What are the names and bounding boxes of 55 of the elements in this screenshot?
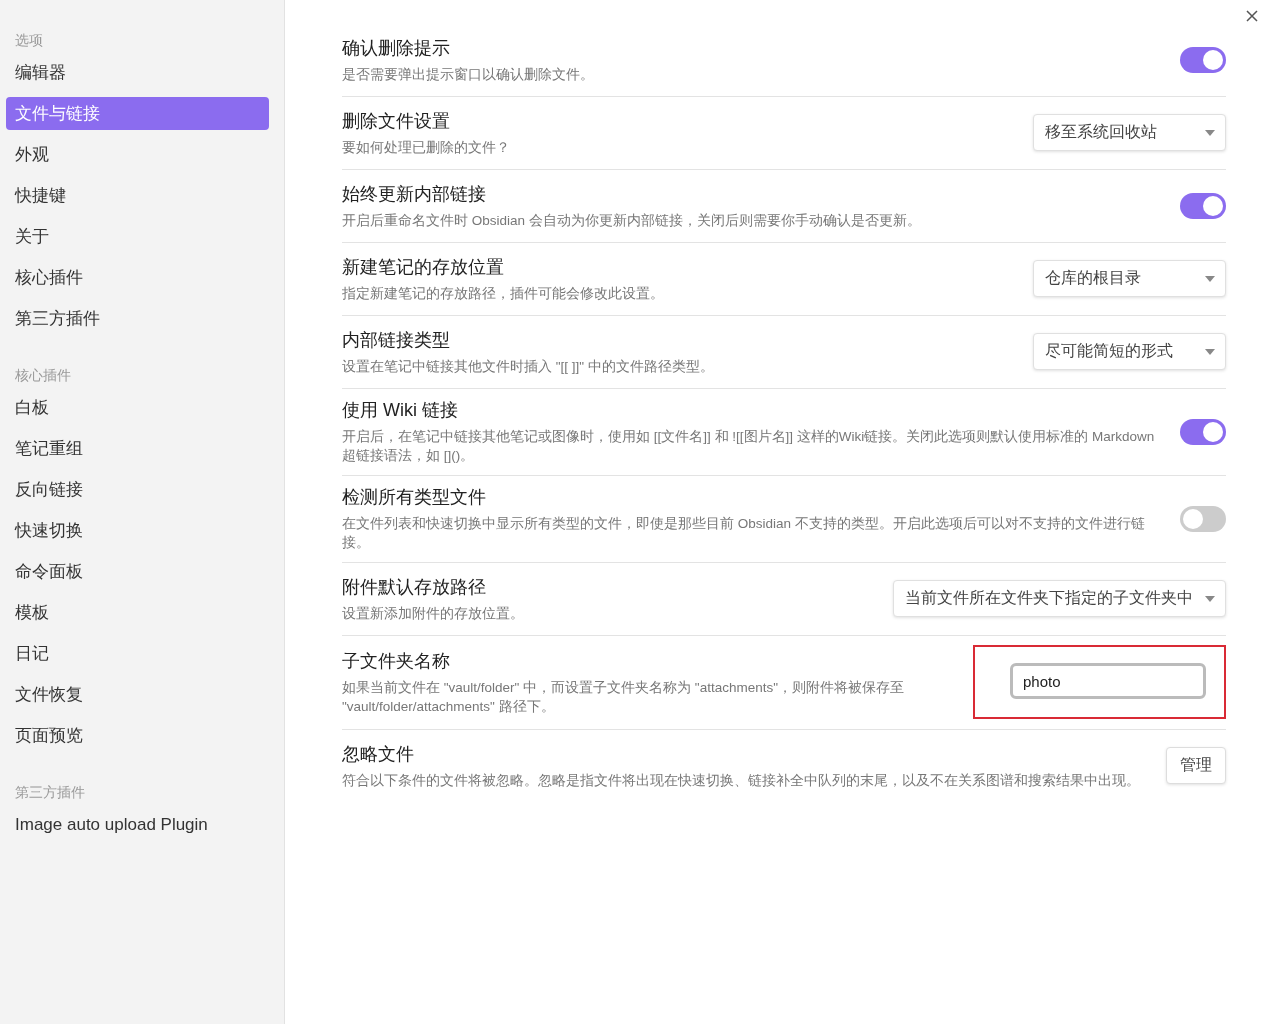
close-icon[interactable] (1244, 8, 1260, 24)
manage-button[interactable]: 管理 (1166, 747, 1226, 784)
setting-title: 忽略文件 (342, 742, 415, 766)
dropdown[interactable]: 当前文件所在文件夹下指定的子文件夹中 (893, 580, 1226, 617)
sidebar-heading: 选项 (14, 31, 44, 50)
setting-description: 设置在笔记中链接其他文件时插入 "[[ ]]" 中的文件路径类型。 (342, 357, 715, 376)
setting-title: 使用 Wiki 链接 (342, 399, 459, 422)
setting-description: 在文件列表和快速切换中显示所有类型的文件，即使是那些目前 Obsidian 不支持的类型。开启此选项后可以对不支持的文件进行链接。 (342, 515, 1146, 552)
sidebar-item[interactable]: 日记 (6, 637, 269, 670)
caret-icon (1205, 275, 1215, 282)
setting-title: 附件默认存放路径 (342, 575, 487, 599)
setting-description: 开启后，在笔记中链接其他笔记或图像时，使用如 [[文件名]] 和 ![[图片名]] 这样的Wiki链接。关闭此选项则默认使用标准的 Markdown 超链接语法，如 []()。 (342, 428, 1156, 465)
sidebar-item[interactable]: 快速切换 (6, 514, 269, 547)
setting-description: 指定新建笔记的存放路径，插件可能会修改此设置。 (342, 284, 665, 303)
toggle-switch[interactable] (1180, 418, 1226, 445)
toggle-switch[interactable] (1180, 46, 1226, 73)
input-field[interactable]: photo (1010, 663, 1206, 699)
setting-title: 新建笔记的存放位置 (342, 255, 505, 279)
sidebar-item[interactable]: 关于 (6, 220, 269, 253)
setting-title: 删除文件设置 (342, 109, 451, 133)
sidebar-item[interactable]: 编辑器 (6, 56, 269, 89)
sidebar-item[interactable]: Image auto upload Plugin (6, 808, 269, 841)
sidebar-heading: 核心插件 (14, 366, 72, 385)
sidebar-item[interactable]: 反向链接 (6, 473, 269, 506)
sidebar-heading: 第三方插件 (14, 783, 86, 802)
setting-description: 如果当前文件在 "vault/folder" 中，而设置子文件夹名称为 "attachments"，则附件将被保存至 "vault/folder/attachments" 路径下。 (342, 678, 905, 716)
sidebar-item[interactable]: 第三方插件 (6, 302, 269, 335)
sidebar-item[interactable]: 笔记重组 (6, 432, 269, 465)
setting-title: 始终更新内部链接 (342, 182, 487, 206)
sidebar-item[interactable]: 快捷键 (6, 179, 269, 212)
sidebar-item[interactable]: 文件与链接 (6, 97, 269, 130)
dropdown[interactable]: 移至系统回收站 (1033, 114, 1226, 151)
setting-description: 符合以下条件的文件将被忽略。忽略是指文件将出现在快速切换、链接补全中队列的末尾，以及不在关系图谱和搜索结果中出现。 (342, 771, 1141, 790)
setting-title: 检测所有类型文件 (342, 486, 487, 509)
sidebar-item[interactable]: 页面预览 (6, 719, 269, 752)
toggle-switch[interactable] (1180, 192, 1226, 219)
dropdown[interactable]: 仓库的根目录 (1033, 260, 1226, 297)
setting-description: 设置新添加附件的存放位置。 (342, 604, 525, 623)
sidebar-item[interactable]: 文件恢复 (6, 678, 269, 711)
setting-description: 是否需要弹出提示窗口以确认删除文件。 (342, 65, 595, 84)
sidebar-item[interactable]: 白板 (6, 391, 269, 424)
setting-description: 开启后重命名文件时 Obsidian 会自动为你更新内部链接，关闭后则需要你手动确认是否更新。 (342, 211, 922, 230)
setting-title: 内部链接类型 (342, 328, 451, 352)
setting-description: 要如何处理已删除的文件？ (342, 138, 511, 157)
caret-icon (1205, 129, 1215, 136)
setting-title: 确认删除提示 (342, 36, 451, 60)
toggle-switch[interactable] (1180, 505, 1226, 532)
caret-icon (1205, 348, 1215, 355)
sidebar-item[interactable]: 命令面板 (6, 555, 269, 588)
sidebar-item[interactable]: 外观 (6, 138, 269, 171)
sidebar-item[interactable]: 模板 (6, 596, 269, 629)
caret-icon (1205, 595, 1215, 602)
dropdown[interactable]: 尽可能简短的形式 (1033, 333, 1226, 370)
sidebar-item[interactable]: 核心插件 (6, 261, 269, 294)
setting-title: 子文件夹名称 (342, 649, 451, 673)
